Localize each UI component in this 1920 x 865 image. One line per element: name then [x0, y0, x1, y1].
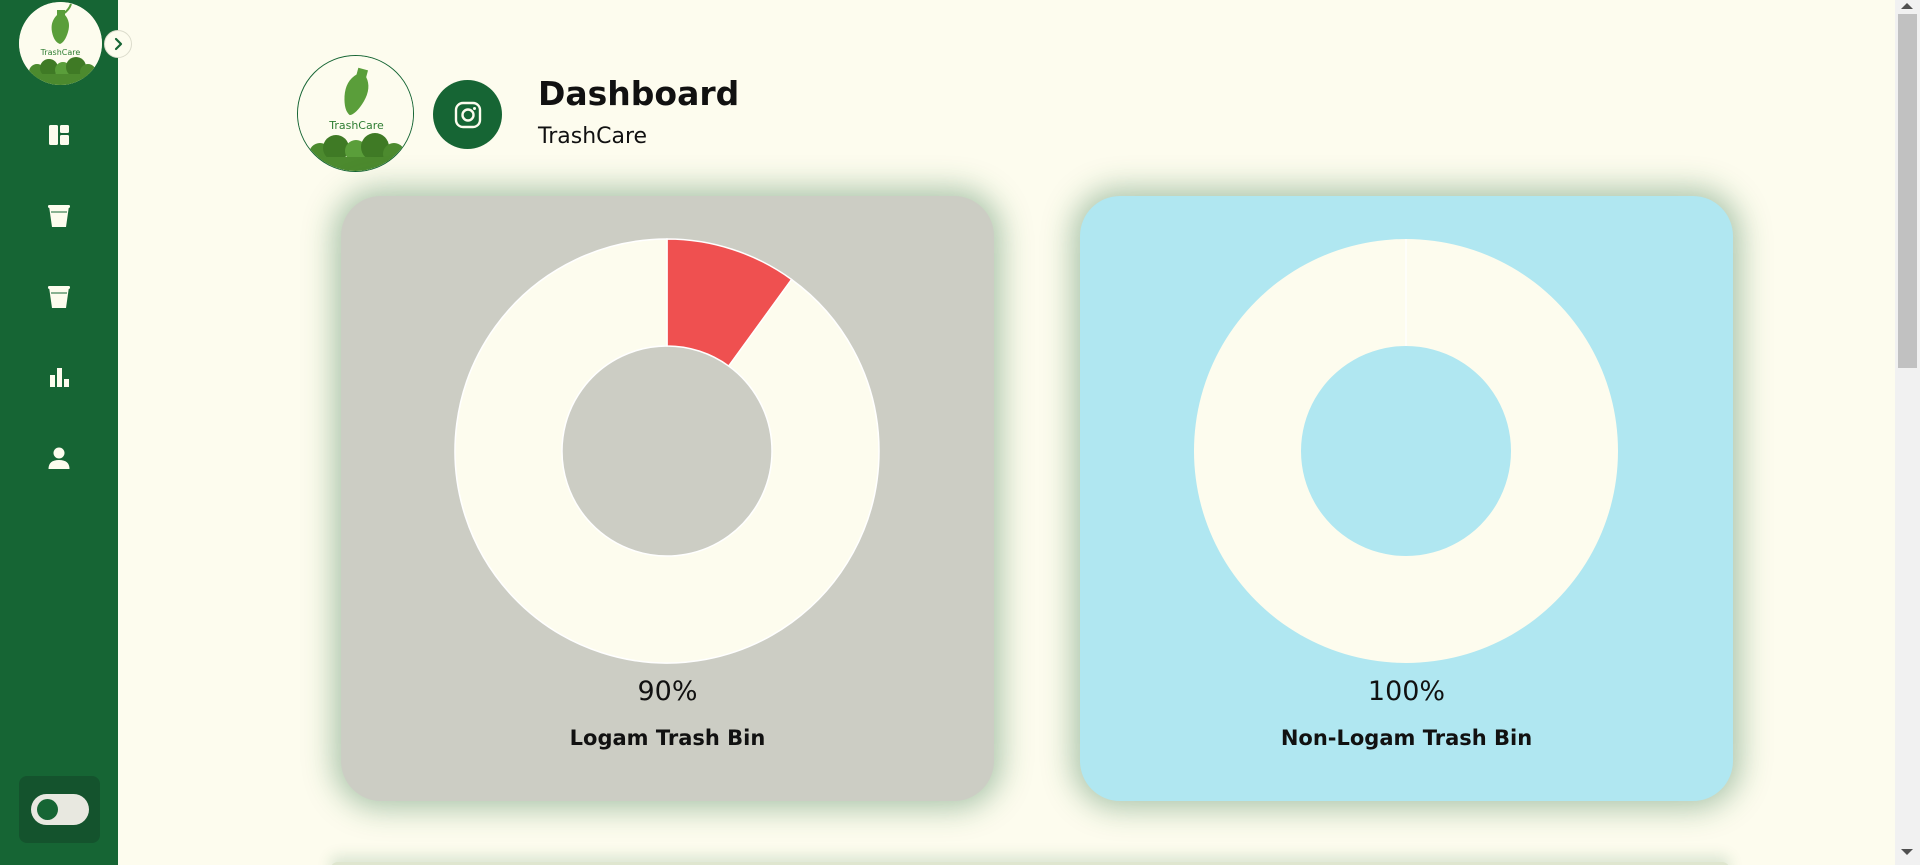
instagram-button[interactable] [433, 80, 502, 149]
user-icon [48, 447, 70, 469]
theme-toggle-container [19, 776, 100, 843]
non-logam-bin-card: 100% Non-Logam Trash Bin [1080, 196, 1733, 801]
dashboard-icon [49, 125, 69, 145]
bar-chart-icon [50, 368, 69, 387]
scroll-up-arrow-icon[interactable] [1901, 3, 1913, 9]
logam-bin-card: 90% Logam Trash Bin [341, 196, 994, 801]
sidebar-item-profile[interactable] [34, 433, 84, 483]
instagram-icon [454, 101, 481, 128]
theme-toggle[interactable] [30, 794, 89, 825]
donut-fill-segment [454, 238, 880, 664]
logo-lettering: TrashCare [328, 119, 384, 132]
sidebar-item-statistics[interactable] [34, 352, 84, 402]
chevron-right-icon [114, 37, 123, 51]
non-logam-bin-percentage: 100% [1367, 676, 1446, 707]
sidebar-logo[interactable]: TrashCare [19, 2, 102, 85]
page-scrollbar[interactable] [1895, 0, 1920, 865]
toggle-knob [36, 799, 58, 820]
non-logam-bin-donut [1193, 239, 1618, 663]
trash-bin-icon [48, 286, 70, 308]
trashcare-logo-icon: TrashCare [298, 56, 413, 171]
page-title: Dashboard [538, 74, 740, 113]
scroll-thumb[interactable] [1898, 14, 1917, 368]
sidebar-item-logam-bin[interactable] [34, 191, 84, 241]
trash-bin-icon [48, 205, 70, 227]
logam-bin-percentage: 90% [637, 676, 698, 707]
header-logo: TrashCare [297, 55, 414, 172]
scroll-down-arrow-icon[interactable] [1901, 849, 1913, 855]
sidebar-item-non-logam-bin[interactable] [34, 272, 84, 322]
sidebar: TrashCare [0, 0, 132, 865]
page-subtitle: TrashCare [538, 124, 648, 149]
logo-lettering: TrashCare [40, 48, 81, 57]
logam-bin-label: Logam Trash Bin [569, 726, 766, 750]
sidebar-expand-button[interactable] [104, 30, 132, 58]
logam-bin-donut [454, 238, 880, 664]
non-logam-bin-label: Non-Logam Trash Bin [1280, 726, 1533, 750]
trashcare-logo-icon: TrashCare [19, 2, 102, 85]
sidebar-item-dashboard[interactable] [34, 110, 84, 160]
